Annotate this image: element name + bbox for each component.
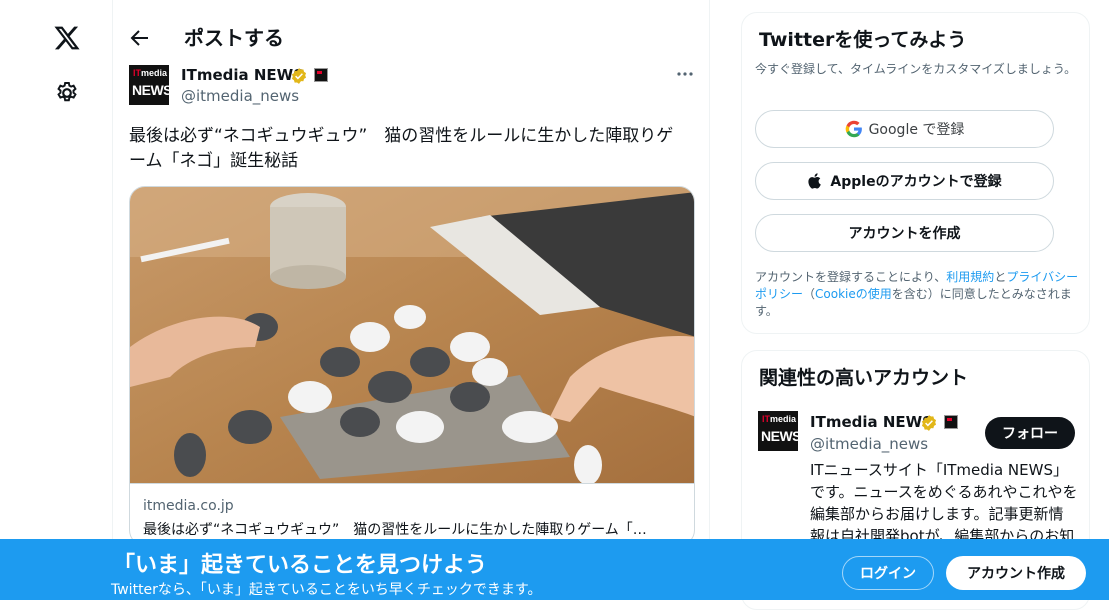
verified-badge-icon <box>921 415 937 431</box>
google-signup-label: Google で登録 <box>868 122 965 138</box>
banner-title: 「いま」起きていることを見つけよう <box>113 553 488 578</box>
author-name[interactable]: ITmedia NEWS <box>181 66 304 84</box>
create-account-label: アカウントを作成 <box>848 226 961 242</box>
more-options-icon[interactable] <box>675 64 695 84</box>
banner-signup-button[interactable]: アカウント作成 <box>946 556 1086 590</box>
bottom-banner: 「いま」起きていることを見つけよう Twitterなら、「いま」起きていることを… <box>0 539 1109 600</box>
card-title: 最後は必ず“ネコギュウギュウ” 猫の習性をルールに生かした陣取りゲーム「… <box>143 522 647 538</box>
avatar-logo-text: ITmedia <box>762 414 797 424</box>
related-title: 関連性の高いアカウント <box>759 367 969 389</box>
legal-and: と <box>994 270 1007 284</box>
follow-button[interactable]: フォロー <box>985 417 1075 449</box>
card-domain: itmedia.co.jp <box>143 498 234 514</box>
page-title: ポストする <box>184 26 284 50</box>
avatar-logo-news: NEWS <box>761 428 802 444</box>
left-nav <box>0 0 112 600</box>
verified-badge-icon <box>291 68 307 84</box>
signup-panel: Twitterを使ってみよう 今すぐ登録して、タイムラインをカスタマイズしましょ… <box>741 12 1090 334</box>
x-logo-icon[interactable] <box>53 24 81 52</box>
create-account-button[interactable]: アカウントを作成 <box>755 214 1054 252</box>
link-card[interactable]: itmedia.co.jp 最後は必ず“ネコギュウギュウ” 猫の習性をルールに生… <box>129 186 695 546</box>
apple-signup-button[interactable]: Appleのアカウントで登録 <box>755 162 1054 200</box>
signup-title: Twitterを使ってみよう <box>759 29 967 51</box>
related-avatar[interactable]: ITmedia NEWS <box>758 411 802 451</box>
related-name[interactable]: ITmedia NEWS <box>810 413 933 431</box>
avatar-logo-text: ITmedia <box>133 68 168 78</box>
signup-subtitle: 今すぐ登録して、タイムラインをカスタマイズしましょう。 <box>755 62 1077 76</box>
gear-icon[interactable] <box>54 80 80 106</box>
google-signup-button[interactable]: Google で登録 <box>755 110 1054 148</box>
affiliate-badge-icon <box>314 68 328 82</box>
card-image <box>130 187 694 483</box>
legal-text: アカウントを登録することにより、利用規約とプライバシーポリシー（Cookieの使… <box>755 269 1085 320</box>
back-arrow-icon[interactable] <box>128 26 152 50</box>
main-column: ポストする ITmedia NEWS ITmedia NEWS @itmedia… <box>112 0 710 600</box>
login-button[interactable]: ログイン <box>842 556 934 590</box>
card-divider <box>130 483 694 484</box>
avatar-logo-news: NEWS <box>132 82 173 98</box>
related-handle[interactable]: @itmedia_news <box>810 435 928 453</box>
legal-paren: （ <box>803 287 816 301</box>
google-icon <box>845 120 862 138</box>
author-handle[interactable]: @itmedia_news <box>181 87 299 105</box>
legal-pre: アカウントを登録することにより、 <box>755 270 947 284</box>
apple-icon <box>808 173 822 189</box>
cookie-link[interactable]: Cookieの使用 <box>815 287 892 301</box>
post-text: 最後は必ず“ネコギュウギュウ” 猫の習性をルールに生かした陣取りゲーム「ネゴ」誕… <box>129 126 674 171</box>
apple-signup-label: Appleのアカウントで登録 <box>830 174 1002 190</box>
affiliate-badge-icon <box>944 415 958 429</box>
author-avatar[interactable]: ITmedia NEWS <box>129 65 173 105</box>
terms-link[interactable]: 利用規約 <box>946 270 994 284</box>
banner-subtitle: Twitterなら、「いま」起きていることをいち早くチェックできます。 <box>111 582 542 598</box>
